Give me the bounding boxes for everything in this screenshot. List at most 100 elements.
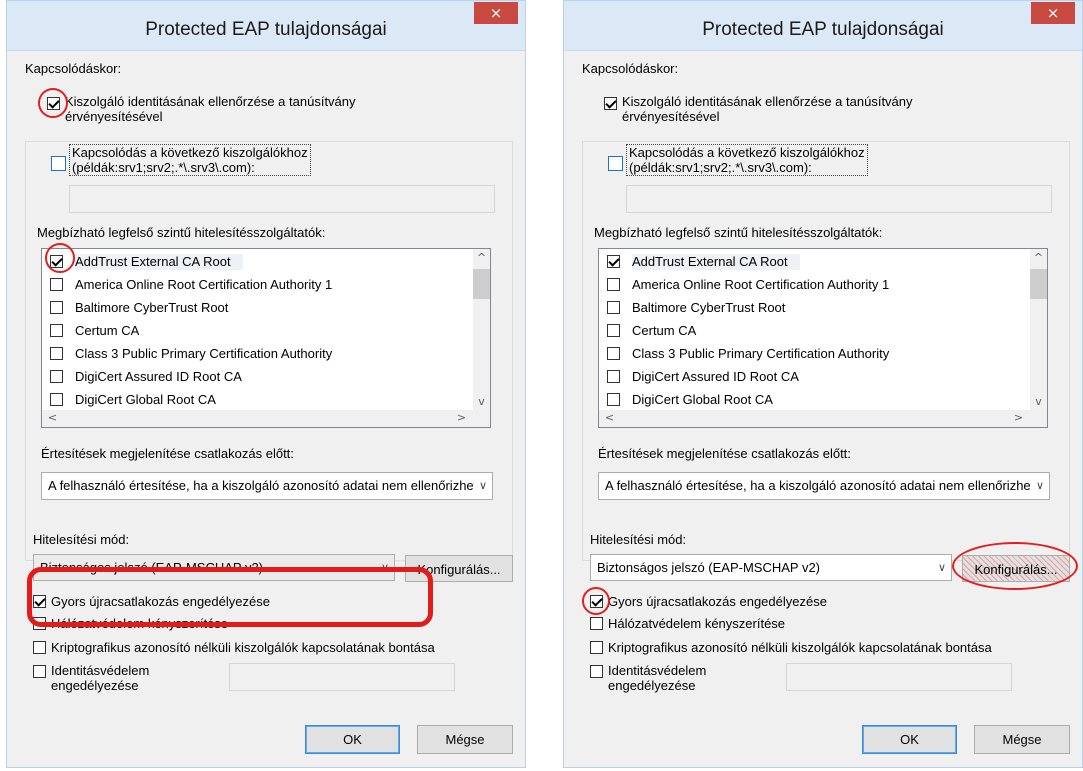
vertical-scroll-thumb[interactable]: [1030, 269, 1047, 299]
ca-list-item[interactable]: DigiCert Assured ID Root CA: [42, 366, 473, 389]
cancel-button[interactable]: Mégse: [417, 725, 513, 754]
ca-list-item[interactable]: Certum CA: [42, 320, 473, 343]
ca-item-checkbox[interactable]: [607, 324, 620, 337]
connect-servers-label: Kapcsolódás a következő kiszolgálókhoz (…: [69, 144, 311, 176]
notify-dropdown-value: A felhasználó értesítése, ha a kiszolgál…: [48, 478, 491, 493]
connect-servers-checkbox[interactable]: [608, 156, 623, 171]
connect-servers-checkbox[interactable]: [51, 156, 66, 171]
servers-input[interactable]: [69, 185, 495, 213]
ca-list-item[interactable]: America Online Root Certification Author…: [42, 274, 473, 297]
ca-heading: Megbízható legfelső szintű hitelesítéssz…: [37, 225, 326, 240]
ok-button[interactable]: OK: [305, 725, 400, 754]
verify-server-checkbox[interactable]: [604, 97, 617, 110]
connect-servers-label-line2: (példák:srv1;srv2;.*\.srv3\.com):: [629, 160, 812, 175]
ca-list[interactable]: AddTrust External CA Root America Online …: [598, 248, 1048, 428]
identity-privacy-label-line2: engedélyezése: [51, 678, 139, 693]
ca-item-checkbox[interactable]: [50, 301, 63, 314]
scroll-down-icon[interactable]: v: [1030, 395, 1047, 408]
scroll-down-icon[interactable]: v: [473, 395, 490, 408]
dialog-body: Kapcsolódáskor: Kiszolgáló identitásának…: [7, 51, 525, 767]
auth-heading-text: Hitelesítési mód:: [33, 532, 130, 547]
auth-heading-text: Hitelesítési mód:: [590, 532, 687, 547]
scroll-left-icon[interactable]: <: [44, 411, 61, 424]
ca-item-checkbox[interactable]: [50, 278, 63, 291]
ca-item-label: Baltimore CyberTrust Root: [75, 300, 229, 315]
auth-method-value: Biztonságos jelszó (EAP-MSCHAP v2): [597, 560, 821, 575]
annotation-circle-verify: [38, 88, 68, 118]
auth-heading: Hitelesítési mód:: [590, 532, 686, 547]
ca-item-label: DigiCert Assured ID Root CA: [632, 369, 799, 384]
notify-heading: Értesítések megjelenítése csatlakozás el…: [41, 446, 294, 461]
dialog-left: Protected EAP tulajdonságai × Kapcsolódá…: [6, 0, 526, 768]
ca-item-checkbox[interactable]: [607, 370, 620, 383]
ca-item-checkbox[interactable]: [607, 278, 620, 291]
crypto-binding-checkbox[interactable]: [33, 641, 46, 654]
identity-input[interactable]: [229, 663, 455, 691]
ok-button[interactable]: OK: [862, 725, 957, 754]
notify-dropdown[interactable]: A felhasználó értesítése, ha a kiszolgál…: [598, 472, 1050, 500]
identity-privacy-checkbox[interactable]: [590, 665, 603, 678]
verify-server-label: Kiszolgáló identitásának ellenőrzése a t…: [622, 94, 913, 124]
notify-heading: Értesítések megjelenítése csatlakozás el…: [598, 446, 851, 461]
ca-list-item[interactable]: Baltimore CyberTrust Root: [599, 297, 1030, 320]
ca-item-label: Baltimore CyberTrust Root: [632, 300, 786, 315]
ca-item-label: Certum CA: [632, 323, 697, 338]
scroll-up-icon[interactable]: ^: [1030, 251, 1047, 264]
scroll-right-icon[interactable]: >: [1010, 411, 1027, 424]
ca-list-item[interactable]: AddTrust External CA Root: [42, 251, 473, 274]
close-button[interactable]: ×: [1031, 2, 1075, 24]
ca-list-item[interactable]: AddTrust External CA Root: [599, 251, 1030, 274]
vertical-scrollbar[interactable]: ^ v: [473, 249, 490, 410]
ca-item-checkbox[interactable]: [607, 255, 620, 268]
scroll-right-icon[interactable]: >: [453, 411, 470, 424]
horizontal-scrollbar[interactable]: < >: [599, 410, 1047, 427]
crypto-binding-checkbox[interactable]: [590, 641, 603, 654]
chevron-down-icon[interactable]: ∨: [474, 473, 492, 499]
network-protection-checkbox[interactable]: [590, 617, 603, 630]
scroll-left-icon[interactable]: <: [601, 411, 618, 424]
identity-privacy-checkbox[interactable]: [33, 665, 46, 678]
ca-list-item[interactable]: DigiCert Global Root CA: [42, 389, 473, 412]
notify-dropdown[interactable]: A felhasználó értesítése, ha a kiszolgál…: [41, 472, 493, 500]
scroll-up-icon[interactable]: ^: [473, 251, 490, 264]
auth-method-dropdown[interactable]: Biztonságos jelszó (EAP-MSCHAP v2) ∨: [590, 554, 952, 581]
ca-item-label: Certum CA: [75, 323, 140, 338]
title-bar[interactable]: Protected EAP tulajdonságai ×: [7, 1, 525, 51]
cancel-button[interactable]: Mégse: [974, 725, 1070, 754]
ca-item-checkbox[interactable]: [607, 301, 620, 314]
vertical-scroll-thumb[interactable]: [473, 269, 490, 299]
title-bar[interactable]: Protected EAP tulajdonságai ×: [564, 1, 1082, 51]
ca-list-item[interactable]: Class 3 Public Primary Certification Aut…: [42, 343, 473, 366]
ca-item-label: Class 3 Public Primary Certification Aut…: [632, 346, 890, 361]
notify-dropdown-value: A felhasználó értesítése, ha a kiszolgál…: [605, 478, 1048, 493]
dialog-title: Protected EAP tulajdonságai: [702, 19, 944, 40]
ca-item-checkbox[interactable]: [50, 324, 63, 337]
ca-list-item[interactable]: America Online Root Certification Author…: [599, 274, 1030, 297]
verify-server-label: Kiszolgáló identitásának ellenőrzése a t…: [65, 94, 356, 124]
identity-privacy-label: Identitásvédelem engedélyezése: [608, 663, 706, 693]
connect-servers-label-line1: Kapcsolódás a következő kiszolgálókhoz: [629, 145, 865, 160]
identity-privacy-label-line1: Identitásvédelem: [608, 663, 707, 678]
ca-item-checkbox[interactable]: [50, 370, 63, 383]
close-button[interactable]: ×: [474, 2, 518, 24]
identity-input[interactable]: [786, 663, 1012, 691]
ca-item-checkbox[interactable]: [50, 393, 63, 406]
horizontal-scrollbar[interactable]: < >: [42, 410, 490, 427]
ca-item-label: AddTrust External CA Root: [75, 254, 243, 270]
ca-item-checkbox[interactable]: [607, 347, 620, 360]
ca-list-item[interactable]: DigiCert Global Root CA: [599, 389, 1030, 412]
servers-input[interactable]: [626, 185, 1052, 213]
ca-list-item[interactable]: DigiCert Assured ID Root CA: [599, 366, 1030, 389]
vertical-scrollbar[interactable]: ^ v: [1030, 249, 1047, 410]
ca-list[interactable]: AddTrust External CA Root America Online …: [41, 248, 491, 428]
ca-list-item[interactable]: Class 3 Public Primary Certification Aut…: [599, 343, 1030, 366]
annotation-rect-fast-reconnect: [27, 567, 433, 627]
ca-item-checkbox[interactable]: [607, 393, 620, 406]
chevron-down-icon[interactable]: ∨: [933, 555, 951, 580]
annotation-circle-fast-reconnect: [582, 587, 610, 615]
chevron-down-icon[interactable]: ∨: [1031, 473, 1049, 499]
ca-list-item[interactable]: Baltimore CyberTrust Root: [42, 297, 473, 320]
ca-item-checkbox[interactable]: [50, 347, 63, 360]
verify-server-label-line2: érvényesítésével: [65, 109, 163, 124]
ca-list-item[interactable]: Certum CA: [599, 320, 1030, 343]
